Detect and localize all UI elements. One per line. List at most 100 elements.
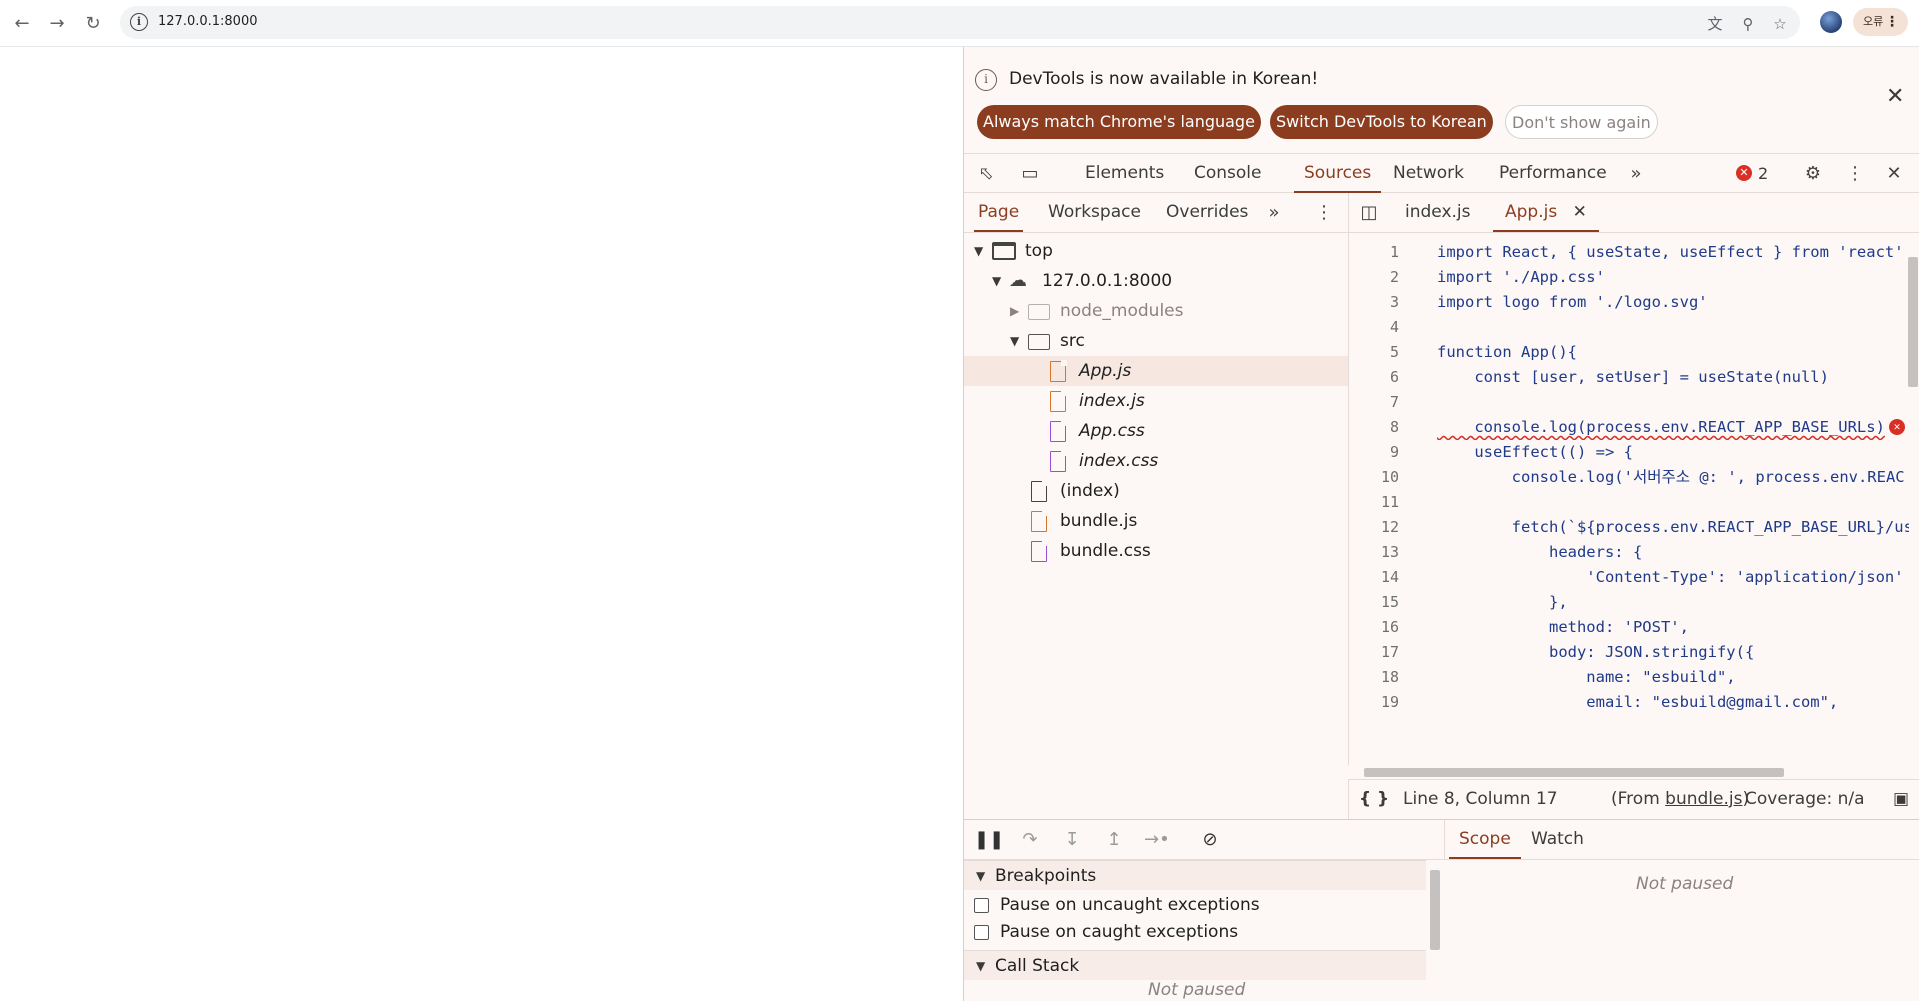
tab-watch[interactable]: Watch <box>1531 820 1584 859</box>
js-file-icon <box>1050 390 1067 412</box>
customize-kebab-icon[interactable]: ⋮ <box>1843 162 1867 186</box>
error-marker-icon[interactable]: ✕ <box>1889 419 1905 435</box>
url-text[interactable]: 127.0.0.1:8000 <box>158 14 258 29</box>
pause-uncaught-checkbox[interactable] <box>974 898 989 913</box>
expand-triangle-icon: ▼ <box>976 959 986 973</box>
tree-item-index[interactable]: (index) <box>964 476 1348 506</box>
tree-item-app-css[interactable]: App.css <box>964 416 1348 446</box>
profile-avatar[interactable] <box>1820 11 1842 33</box>
settings-gear-icon[interactable]: ⚙ <box>1801 162 1825 186</box>
pause-icon[interactable]: ❚❚ <box>974 828 1004 852</box>
step-out-icon[interactable]: ↥ <box>1102 828 1126 852</box>
device-toolbar-icon[interactable]: ▭ <box>1018 162 1042 186</box>
tree-item-index-js[interactable]: index.js <box>964 386 1348 416</box>
line-content: console.log('서버주소 @: ', process.env.REAC <box>1437 468 1905 486</box>
expand-triangle-icon[interactable]: ▼ <box>992 266 1006 296</box>
close-infobar-icon[interactable]: ✕ <box>1886 84 1904 109</box>
editor-status-bar: { } Line 8, Column 17 (From bundle.js) C… <box>1348 779 1919 819</box>
code-line: 4 <box>1349 315 1909 340</box>
tab-sources[interactable]: Sources <box>1294 154 1382 193</box>
css-file-icon <box>1050 420 1067 442</box>
navigator-menu-kebab-icon[interactable]: ⋮ <box>1312 201 1336 225</box>
editor-tab-index-js[interactable]: index.js <box>1405 193 1471 232</box>
tab-network[interactable]: Network <box>1393 154 1464 193</box>
line-number: 3 <box>1389 293 1399 311</box>
back-arrow-icon[interactable]: ← <box>10 11 34 35</box>
line-content: function App(){ <box>1437 343 1577 361</box>
code-editor[interactable]: 1 import React, { useState, useEffect } f… <box>1348 233 1919 765</box>
close-tab-icon[interactable]: ✕ <box>1573 202 1587 222</box>
tab-performance[interactable]: Performance <box>1499 154 1607 193</box>
breakpoints-section-header[interactable]: ▼ Breakpoints <box>964 860 1426 890</box>
expand-triangle-icon[interactable]: ▼ <box>1010 326 1024 356</box>
tree-item-origin[interactable]: ▼ ☁ 127.0.0.1:8000 <box>964 266 1348 296</box>
chrome-menu-button[interactable]: 오류 ⋮ <box>1853 8 1908 36</box>
expand-triangle-icon: ▼ <box>976 869 986 883</box>
coverage-status: Coverage: n/a <box>1745 789 1865 809</box>
tree-item-label: src <box>1060 331 1085 351</box>
switch-to-korean-button[interactable]: Switch DevTools to Korean <box>1270 105 1493 139</box>
checkbox-label: Pause on uncaught exceptions <box>1000 895 1260 915</box>
line-content: 'Content-Type': 'application/json' <box>1437 568 1904 586</box>
editor-tab-app-js[interactable]: App.js ✕ <box>1493 193 1599 232</box>
forward-arrow-icon[interactable]: → <box>45 11 69 35</box>
line-content: useEffect(() => { <box>1437 443 1633 461</box>
tab-elements[interactable]: Elements <box>1085 154 1164 193</box>
always-match-language-button[interactable]: Always match Chrome's language <box>977 105 1261 139</box>
pause-caught-row[interactable]: Pause on caught exceptions <box>964 919 1426 946</box>
line-number: 13 <box>1380 543 1399 561</box>
editor-vertical-scrollbar[interactable] <box>1908 257 1918 387</box>
tree-item-src[interactable]: ▼ src <box>964 326 1348 356</box>
tab-page[interactable]: Page <box>974 193 1024 232</box>
tree-item-bundle-js[interactable]: bundle.js <box>964 506 1348 536</box>
source-file-link[interactable]: bundle.js <box>1665 789 1742 809</box>
tab-overrides[interactable]: Overrides <box>1166 193 1248 232</box>
more-tabs-chevron-icon[interactable]: » <box>1624 162 1648 186</box>
navigator-tabs: Page Workspace Overrides » ⋮ <box>964 193 1348 233</box>
tree-item-index-css[interactable]: index.css <box>964 446 1348 476</box>
line-number: 19 <box>1380 693 1399 711</box>
editor-horizontal-scrollbar-track[interactable] <box>1352 765 1918 779</box>
section-title: Breakpoints <box>995 866 1097 886</box>
toggle-navigator-icon[interactable]: ◫ <box>1357 201 1381 225</box>
line-number: 11 <box>1380 493 1399 511</box>
deactivate-breakpoints-icon[interactable]: ⊘ <box>1198 828 1222 852</box>
pause-caught-checkbox[interactable] <box>974 925 989 940</box>
address-bar[interactable]: i 127.0.0.1:8000 文 ⚲ ☆ <box>120 6 1800 39</box>
dont-show-again-button[interactable]: Don't show again <box>1505 105 1658 139</box>
line-content: import logo from './logo.svg' <box>1437 293 1708 311</box>
devtools-main-tabs: ⬁ ▭ Elements Console Sources Network Per… <box>964 153 1919 193</box>
reload-icon[interactable]: ↻ <box>81 11 105 35</box>
pause-uncaught-row[interactable]: Pause on uncaught exceptions <box>964 892 1426 919</box>
translate-icon[interactable]: 文 <box>1706 15 1724 33</box>
tree-item-bundle-css[interactable]: bundle.css <box>964 536 1348 566</box>
error-count-badge[interactable]: ✕ 2 <box>1736 165 1768 183</box>
pretty-print-icon[interactable]: { } <box>1359 780 1389 818</box>
tree-item-node-modules[interactable]: ▶ node_modules <box>964 296 1348 326</box>
line-content: import React, { useState, useEffect } fr… <box>1437 243 1904 261</box>
debugger-scrollbar[interactable] <box>1430 870 1440 950</box>
bookmark-star-icon[interactable]: ☆ <box>1771 15 1789 33</box>
inspect-element-icon[interactable]: ⬁ <box>974 162 998 186</box>
close-devtools-icon[interactable]: ✕ <box>1882 162 1906 186</box>
step-icon[interactable]: →• <box>1144 828 1170 852</box>
step-over-icon[interactable]: ↷ <box>1018 828 1042 852</box>
line-number: 1 <box>1389 243 1399 261</box>
tree-item-app-js[interactable]: App.js <box>964 356 1348 386</box>
code-line: 11 <box>1349 490 1909 515</box>
expand-triangle-icon[interactable]: ▼ <box>974 236 988 266</box>
tab-scope[interactable]: Scope <box>1449 820 1521 859</box>
step-into-icon[interactable]: ↧ <box>1060 828 1084 852</box>
tree-item-top[interactable]: ▼ top <box>964 236 1348 266</box>
editor-horizontal-scrollbar[interactable] <box>1364 768 1784 777</box>
tab-console[interactable]: Console <box>1194 154 1262 193</box>
more-navigator-tabs-icon[interactable]: » <box>1262 201 1286 225</box>
checkbox-label: Pause on caught exceptions <box>1000 922 1239 942</box>
tab-workspace[interactable]: Workspace <box>1048 193 1141 232</box>
collapsed-triangle-icon[interactable]: ▶ <box>1010 296 1024 326</box>
toggle-drawer-icon[interactable]: ▣ <box>1893 780 1909 818</box>
zoom-icon[interactable]: ⚲ <box>1739 15 1757 33</box>
site-info-icon[interactable]: i <box>130 13 148 31</box>
tree-item-label: index.js <box>1079 391 1145 411</box>
call-stack-section-header[interactable]: ▼ Call Stack <box>964 950 1426 980</box>
